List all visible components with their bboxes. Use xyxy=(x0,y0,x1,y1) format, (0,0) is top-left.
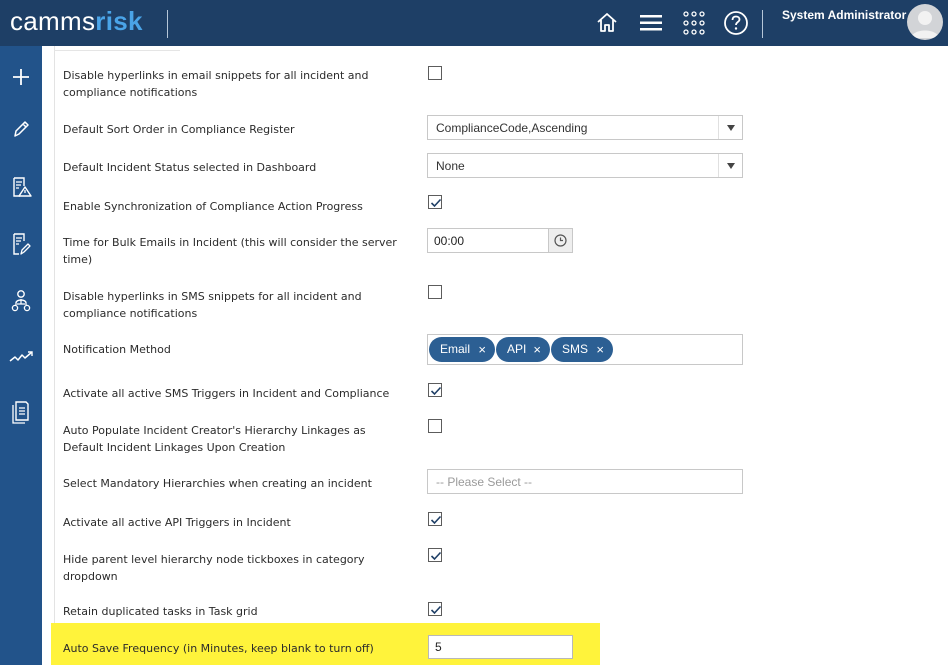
header-divider xyxy=(167,10,168,38)
time-value: 00:00 xyxy=(434,234,465,248)
select-placeholder: -- Please Select -- xyxy=(436,475,533,489)
default-sort-order-select[interactable]: ComplianceCode,Ascending xyxy=(427,115,743,140)
help-icon[interactable] xyxy=(722,9,750,37)
setting-label-disable-sms-hyperlinks: Disable hyperlinks in SMS snippets for a… xyxy=(63,290,362,320)
hide-parent-tickboxes-checkbox[interactable] xyxy=(428,548,442,562)
setting-label-mandatory-hierarchies: Select Mandatory Hierarchies when creati… xyxy=(63,477,372,490)
left-sidebar xyxy=(0,46,42,665)
top-header: cammsrisk System Administrator xyxy=(0,0,948,46)
notification-method-multiselect[interactable]: Email × API × SMS × xyxy=(427,334,743,365)
home-icon[interactable] xyxy=(593,9,621,37)
setting-label-activate-sms-triggers: Activate all active SMS Triggers in Inci… xyxy=(63,387,390,400)
camms-risk-logo[interactable]: cammsrisk xyxy=(10,6,143,37)
remove-tag-icon[interactable]: × xyxy=(533,337,541,362)
time-picker-button[interactable] xyxy=(548,228,573,253)
setting-label-bulk-email-time: Time for Bulk Emails in Incident (this w… xyxy=(63,236,397,266)
retain-duplicated-tasks-checkbox[interactable] xyxy=(428,602,442,616)
document-list-icon[interactable] xyxy=(7,398,35,426)
settings-panel: Disable hyperlinks in email snippets for… xyxy=(42,46,948,665)
checkmark-icon xyxy=(430,551,442,561)
setting-label-enable-sync: Enable Synchronization of Compliance Act… xyxy=(63,200,363,213)
logo-text-risk: risk xyxy=(95,6,143,36)
select-value: None xyxy=(436,159,465,173)
tab-underline xyxy=(54,50,180,51)
tag-label: API xyxy=(507,342,527,356)
auto-save-value: 5 xyxy=(435,640,442,654)
setting-label-auto-save-frequency: Auto Save Frequency (in Minutes, keep bl… xyxy=(63,642,374,655)
user-avatar[interactable] xyxy=(907,4,943,40)
logo-text-camms: camms xyxy=(10,6,96,36)
tag-label: SMS xyxy=(562,342,589,356)
avatar-icon xyxy=(911,11,939,38)
header-divider xyxy=(762,10,763,38)
user-name[interactable]: System Administrator xyxy=(782,8,906,22)
setting-label-default-sort-order: Default Sort Order in Compliance Registe… xyxy=(63,123,295,136)
add-icon[interactable] xyxy=(7,63,35,91)
checkmark-icon xyxy=(430,386,442,396)
tag-label: Email xyxy=(440,342,471,356)
mandatory-hierarchies-select[interactable]: -- Please Select -- xyxy=(427,469,743,494)
org-hierarchy-icon[interactable] xyxy=(7,287,35,315)
tag-sms: SMS × xyxy=(551,337,613,362)
dropdown-arrow-icon[interactable] xyxy=(718,154,742,177)
checkmark-icon xyxy=(430,515,442,525)
setting-label-hide-parent-tickboxes: Hide parent level hierarchy node tickbox… xyxy=(63,553,365,583)
auto-populate-linkages-checkbox[interactable] xyxy=(428,419,442,433)
incident-report-icon[interactable] xyxy=(7,173,35,201)
remove-tag-icon[interactable]: × xyxy=(596,337,604,362)
select-value: ComplianceCode,Ascending xyxy=(436,121,588,135)
clock-icon xyxy=(554,234,567,247)
setting-label-activate-api-triggers: Activate all active API Triggers in Inci… xyxy=(63,516,291,529)
remove-tag-icon[interactable]: × xyxy=(478,337,486,362)
dropdown-arrow-icon[interactable] xyxy=(718,116,742,139)
activate-api-triggers-checkbox[interactable] xyxy=(428,512,442,526)
tag-email: Email × xyxy=(429,337,495,362)
trend-icon[interactable] xyxy=(7,343,35,371)
default-incident-status-select[interactable]: None xyxy=(427,153,743,178)
setting-label-auto-populate-linkages: Auto Populate Incident Creator's Hierarc… xyxy=(63,424,366,454)
enable-sync-checkbox[interactable] xyxy=(428,195,442,209)
activate-sms-triggers-checkbox[interactable] xyxy=(428,383,442,397)
panel-border xyxy=(54,46,55,665)
auto-save-frequency-input[interactable]: 5 xyxy=(428,635,573,659)
checkmark-icon xyxy=(430,198,442,208)
disable-email-hyperlinks-checkbox[interactable] xyxy=(428,66,442,80)
setting-label-retain-duplicated-tasks: Retain duplicated tasks in Task grid xyxy=(63,605,258,618)
edit-icon[interactable] xyxy=(7,115,35,143)
checkmark-icon xyxy=(430,605,442,615)
setting-label-disable-email-hyperlinks: Disable hyperlinks in email snippets for… xyxy=(63,69,369,99)
document-edit-icon[interactable] xyxy=(7,230,35,258)
disable-sms-hyperlinks-checkbox[interactable] xyxy=(428,285,442,299)
menu-icon[interactable] xyxy=(637,9,665,37)
apps-grid-icon[interactable] xyxy=(680,9,708,37)
setting-label-notification-method: Notification Method xyxy=(63,343,171,356)
setting-label-default-incident-status: Default Incident Status selected in Dash… xyxy=(63,161,317,174)
tag-api: API × xyxy=(496,337,550,362)
